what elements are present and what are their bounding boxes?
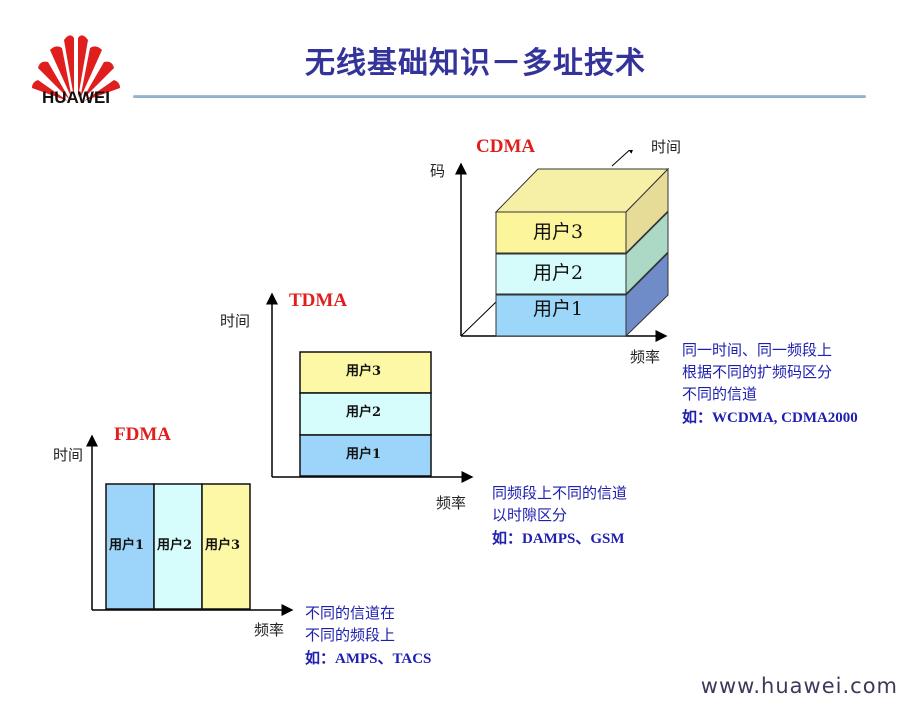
- cdma-description-line: 不同的信道: [682, 385, 758, 403]
- fdma-description: 不同的信道在 不同的频段上 如：AMPS、TACS: [305, 602, 431, 670]
- fdma-x-axis-label: 频率: [254, 621, 285, 639]
- fdma-description-line: 不同的频段上: [305, 626, 396, 644]
- footer-url: www.huawei.com: [700, 674, 898, 698]
- page-title: 无线基础知识－多址技术: [305, 46, 646, 81]
- fdma-y-axis-label: 时间: [53, 446, 84, 464]
- cdma-description-line: 根据不同的扩频码区分: [682, 363, 833, 381]
- fdma-diagram: [86, 434, 294, 616]
- fdma-band-1-label: 用户1: [109, 538, 145, 553]
- cdma-example: 如：WCDMA, CDMA2000: [682, 410, 858, 426]
- tdma-description: 同频段上不同的信道 以时隙区分 如：DAMPS、GSM: [492, 482, 627, 550]
- cdma-description-line: 同一时间、同一频段上: [682, 341, 833, 359]
- fdma-band-2-label: 用户2: [157, 538, 193, 553]
- tdma-description-line: 同频段上不同的信道: [492, 484, 628, 502]
- tdma-slot-1-label: 用户1: [346, 447, 382, 462]
- tdma-description-line: 以时隙区分: [492, 506, 568, 524]
- tdma-x-axis-label: 频率: [436, 494, 467, 512]
- tdma-slot-2-label: 用户2: [346, 405, 382, 420]
- tdma-slot-3-label: 用户3: [346, 364, 382, 379]
- cdma-description: 同一时间、同一频段上 根据不同的扩频码区分 不同的信道 如：WCDMA, CDM…: [682, 339, 858, 429]
- fdma-band-3-label: 用户3: [205, 538, 241, 553]
- cdma-layer-3-label: 用户3: [533, 221, 584, 243]
- fdma-description-line: 不同的信道在: [305, 604, 396, 622]
- cdma-z-axis: [611, 150, 635, 167]
- fdma-example: 如：AMPS、TACS: [305, 651, 432, 667]
- cdma-layer-1-label: 用户1: [533, 298, 584, 320]
- brand-name: HUAWEI: [42, 88, 110, 107]
- cdma-layer-2-label: 用户2: [533, 262, 584, 284]
- title-divider: [133, 95, 866, 98]
- tdma-y-axis-label: 时间: [220, 312, 251, 330]
- tdma-example: 如：DAMPS、GSM: [492, 531, 625, 547]
